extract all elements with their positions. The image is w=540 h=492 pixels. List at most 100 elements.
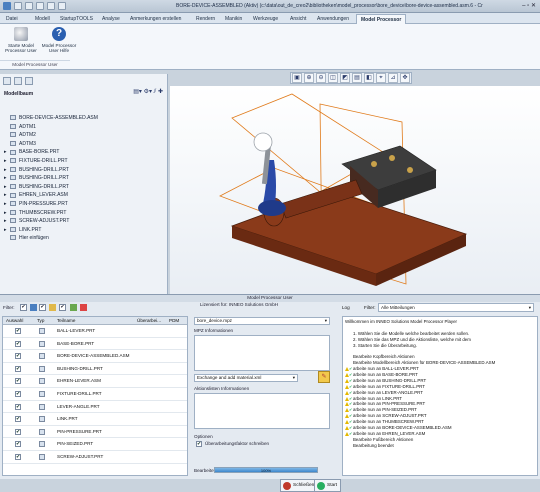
col-typ[interactable]: Typ — [37, 317, 44, 325]
filter-status-icon[interactable] — [70, 304, 77, 311]
row-select-checkbox[interactable]: ✔ — [15, 353, 21, 360]
tab-datei[interactable]: Datei — [2, 14, 22, 24]
model-tree-item[interactable]: ▸ BASE-BORE.PRT — [4, 148, 164, 157]
row-select-checkbox[interactable]: ✔ — [15, 365, 21, 372]
model-tree-item[interactable]: ADTM3 — [4, 140, 164, 149]
log-line-text: arbeite nun an BALL-LEVER.PRT — [353, 366, 419, 372]
table-row[interactable]: ✔ BUSHING-DRILL.PRT — [3, 363, 187, 376]
row-select-checkbox[interactable]: ✔ — [15, 340, 21, 347]
model-tree-item[interactable]: ADTM2 — [4, 131, 164, 140]
tab-modell[interactable]: Modell — [31, 14, 54, 24]
quick-access-open-icon[interactable] — [25, 2, 33, 10]
zoom-out-icon[interactable]: ⊖ — [316, 73, 326, 83]
tab-rendern[interactable]: Rendern — [192, 14, 219, 24]
table-row[interactable]: ✔ LEVER-ANGLE.PRT — [3, 401, 187, 414]
tab-anmerkungen[interactable]: Anmerkungen erstellen — [126, 14, 185, 24]
model-tree-item[interactable]: Hier einfügen — [4, 234, 164, 243]
favorites-tab-icon[interactable] — [25, 77, 33, 85]
view-orientation-icon[interactable]: ◩ — [340, 73, 350, 83]
annotation-display-icon[interactable]: ⊿ — [388, 73, 398, 83]
tab-analyse[interactable]: Analyse — [98, 14, 124, 24]
spin-center-icon[interactable]: ✥ — [400, 73, 410, 83]
row-select-checkbox[interactable]: ✔ — [15, 416, 21, 423]
model-tree-item[interactable]: ▸ LINK.PRT — [4, 226, 164, 235]
model-tree-item[interactable]: BORE-DEVICE-ASSEMBLED.ASM — [4, 114, 164, 123]
tree-tools[interactable]: ▤▾ ⚙▾ ⫽ ✚ — [133, 88, 163, 96]
model-tree-item[interactable]: ▸ BUSHING-DRILL.PRT — [4, 174, 164, 183]
model-tree-item[interactable]: ▸ PIN-PRESSURE.PRT — [4, 200, 164, 209]
model-tree-item[interactable]: ▸ SCREW-ADJUST.PRT — [4, 217, 164, 226]
action-list-editor-icon[interactable]: ✎ — [318, 371, 330, 383]
table-row[interactable]: ✔ BORE-DEVICE-ASSEMBLED.ASM — [3, 350, 187, 363]
filter-error-icon[interactable] — [80, 304, 87, 311]
log-filter-select[interactable]: Alle Mitteilungen ▾ — [378, 303, 534, 312]
table-row[interactable]: ✔ FIXTURE-DRILL.PRT — [3, 388, 187, 401]
display-style-icon[interactable]: ◧ — [364, 73, 374, 83]
model-tree-item[interactable]: ▸ BUSHING-DRILL.PRT — [4, 166, 164, 175]
model-tree-item[interactable]: ADTM1 — [4, 123, 164, 132]
model-tree-item[interactable]: ▸ THUMBSCREW.PRT — [4, 209, 164, 218]
col-teilname[interactable]: Teilname — [57, 317, 75, 325]
tab-anwendungen[interactable]: Anwendungen — [313, 14, 353, 24]
filter-part-checkbox[interactable]: ✔ — [39, 304, 46, 311]
part-name: LEVER-ANGLE.PRT — [57, 403, 100, 409]
row-select-checkbox[interactable]: ✔ — [15, 378, 21, 385]
log-filter-value: Alle Mitteilungen — [381, 305, 415, 310]
mpz-file-select[interactable]: bore_device.mpz ▾ — [194, 317, 330, 325]
quick-access-redo-icon[interactable] — [58, 2, 66, 10]
filter-drawing-checkbox[interactable]: ✔ — [59, 304, 66, 311]
quick-access-undo-icon[interactable] — [47, 2, 55, 10]
model-tree-tab-icon[interactable] — [3, 77, 11, 85]
datum-display-icon[interactable]: ⌖ — [376, 73, 386, 83]
tab-model-processor[interactable]: Model Processor — [356, 14, 407, 24]
tab-startuptools[interactable]: StartupTOOLS — [56, 14, 97, 24]
filter-drawing-icon[interactable] — [49, 304, 56, 311]
log-line-text: arbeite nun an BASE-BORE.PRT — [353, 372, 418, 378]
action-list-select[interactable]: Exchange and add material.xml ▾ — [194, 374, 298, 382]
table-row[interactable]: ✔ BASE-BORE.PRT — [3, 338, 187, 351]
col-pdm[interactable]: PDM — [169, 317, 179, 325]
model-tree-item[interactable]: ▸ FIXTURE-DRILL.PRT — [4, 157, 164, 166]
model-item-icon — [10, 140, 16, 146]
graphics-viewport[interactable] — [170, 86, 540, 294]
table-row[interactable]: ✔ PIN-PRESSURE.PRT — [3, 426, 187, 439]
quick-access-save-icon[interactable] — [36, 2, 44, 10]
table-row[interactable]: ✔ SCREW-ADJUST.PRT — [3, 451, 187, 464]
folder-browser-tab-icon[interactable] — [14, 77, 22, 85]
model-tree-item[interactable]: ▸ EHREN_LEVER.ASM — [4, 191, 164, 200]
model-tree-item-label: THUMBSCREW.PRT — [19, 209, 67, 216]
row-select-checkbox[interactable]: ✔ — [15, 403, 21, 410]
table-row[interactable]: ✔ BALL-LEVER.PRT — [3, 325, 187, 338]
zoom-in-icon[interactable]: ⊕ — [304, 73, 314, 83]
tab-werkzeuge[interactable]: Werkzeuge — [249, 14, 282, 24]
close-button[interactable]: Schließen — [280, 479, 319, 492]
model-item-icon — [10, 235, 16, 241]
filter-assembly-icon[interactable] — [30, 304, 37, 311]
row-select-checkbox[interactable]: ✔ — [15, 441, 21, 448]
revision-factor-checkbox[interactable]: ✔ — [196, 441, 202, 447]
row-select-checkbox[interactable]: ✔ — [15, 390, 21, 397]
col-ueberarbeitung[interactable]: Überarbei... — [137, 317, 161, 325]
refit-icon[interactable]: ▣ — [292, 73, 302, 83]
filter-selected-checkbox[interactable]: ✔ — [20, 304, 27, 311]
row-select-checkbox[interactable]: ✔ — [15, 453, 21, 460]
progress-text: 100% — [260, 468, 272, 473]
saved-views-icon[interactable]: ▤ — [352, 73, 362, 83]
row-select-checkbox[interactable]: ✔ — [15, 328, 21, 334]
row-select-checkbox[interactable]: ✔ — [15, 428, 21, 435]
model-processor-help-button[interactable]: ? Model Processor User Hilfe — [40, 27, 78, 53]
window-controls[interactable]: – ▫ ✕ — [522, 2, 536, 9]
part-name: FIXTURE-DRILL.PRT — [57, 390, 102, 396]
table-row[interactable]: ✔ EHREN-LEVER.ASM — [3, 375, 187, 388]
repaint-icon[interactable]: ◫ — [328, 73, 338, 83]
start-model-processor-button[interactable]: Starte Model Processor User — [2, 27, 40, 53]
ribbon: Starte Model Processor User ? Model Proc… — [0, 24, 540, 70]
quick-access-new-icon[interactable] — [14, 2, 22, 10]
table-row[interactable]: ✔ PIN-SEIZED.PRT — [3, 438, 187, 451]
tab-manikin[interactable]: Manikin — [221, 14, 246, 24]
start-button[interactable]: Start — [314, 479, 342, 492]
tab-ansicht[interactable]: Ansicht — [286, 14, 310, 24]
table-row[interactable]: ✔ LINK.PRT — [3, 413, 187, 426]
model-tree-item[interactable]: ▸ BUSHING-DRILL.PRT — [4, 183, 164, 192]
col-auswahl[interactable]: Auswahl — [6, 317, 23, 325]
